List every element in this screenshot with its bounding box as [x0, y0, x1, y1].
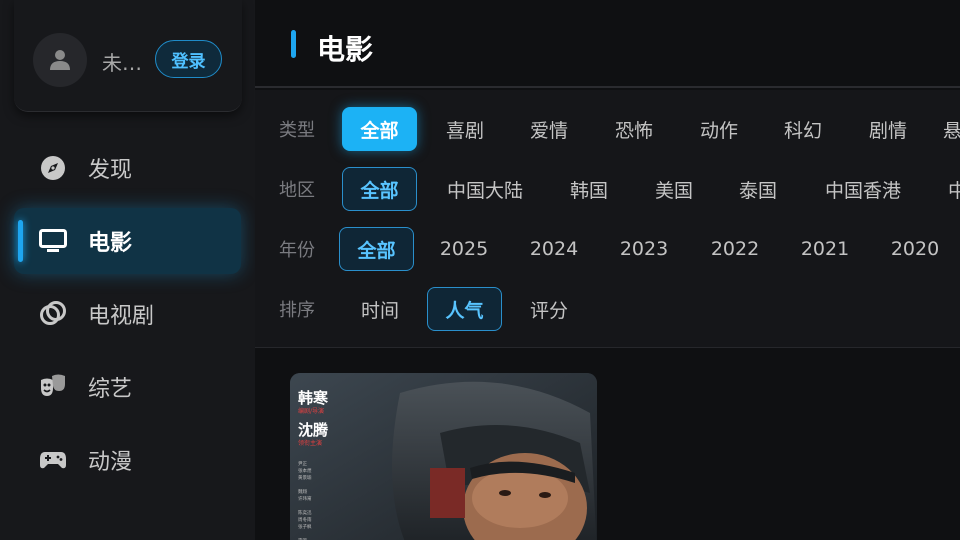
user-icon: [50, 50, 70, 70]
tv-icon: [38, 226, 68, 256]
filter-chip[interactable]: 科幻: [773, 107, 833, 151]
filter-chip[interactable]: 中: [948, 167, 960, 211]
sidebar-item-tv-series[interactable]: 电视剧: [14, 281, 241, 347]
filter-row-year: 年份 全部 2025 2024 2023 2022 2021 2020: [255, 224, 960, 274]
sidebar-nav: 收藏 发现 电影 电视剧 综艺: [0, 84, 255, 500]
filter-chip[interactable]: 剧情: [858, 107, 918, 151]
sidebar-item-discover[interactable]: 发现: [14, 135, 241, 201]
title-bar: 电影: [255, 0, 960, 88]
filter-chip[interactable]: 全部: [342, 167, 417, 211]
filter-chip[interactable]: 2025: [433, 227, 495, 271]
filter-chip[interactable]: 2021: [794, 227, 856, 271]
sidebar-item-variety[interactable]: 综艺: [14, 354, 241, 420]
sidebar-item-movies[interactable]: 电影: [14, 208, 241, 274]
gamepad-icon: [38, 445, 68, 475]
filter-chip[interactable]: 爱情: [519, 107, 579, 151]
filter-chip[interactable]: 悬: [943, 107, 960, 151]
svg-text:周冬雨: 周冬雨: [298, 516, 312, 523]
poster-text: 沈腾: [298, 421, 329, 439]
sidebar-item-label: 综艺: [88, 377, 133, 402]
rings-icon: [38, 299, 68, 329]
filter-chip[interactable]: 美国: [644, 167, 704, 211]
filter-chip[interactable]: 动作: [689, 107, 749, 151]
page-title: 电影: [317, 33, 374, 66]
poster-image: 韩寒 沈腾 编剧/导演 领衔主演 尹正张本煜黄景瑜 魏翔许玮甯 陈奕迅周冬雨张子…: [290, 373, 597, 540]
user-card: 未… 登录: [14, 0, 242, 112]
filter-chip[interactable]: 喜剧: [435, 107, 495, 151]
compass-icon: [38, 153, 68, 183]
filter-chip[interactable]: 韩国: [559, 167, 619, 211]
svg-text:陈奕迅: 陈奕迅: [298, 509, 312, 516]
sidebar-item-label: 电影: [88, 231, 133, 256]
filter-chip[interactable]: 评分: [519, 287, 579, 331]
filter-chip[interactable]: 人气: [427, 287, 502, 331]
main-content: 电影 类型 全部 喜剧 爱情 恐怖 动作 科幻 剧情 悬 地区 全部 中国大陆 …: [255, 0, 960, 540]
svg-text:黄景瑜: 黄景瑜: [298, 474, 312, 481]
sidebar-item-anime[interactable]: 动漫: [14, 427, 241, 493]
filter-chip[interactable]: 全部: [342, 107, 417, 151]
filter-label: 类型: [279, 120, 315, 141]
filter-row-type: 类型 全部 喜剧 爱情 恐怖 动作 科幻 剧情 悬: [255, 104, 960, 154]
filter-label: 年份: [279, 240, 315, 261]
masks-icon: [38, 372, 68, 402]
filter-chip[interactable]: 2024: [523, 227, 585, 271]
svg-text:许玮甯: 许玮甯: [298, 495, 312, 502]
poster-text: 韩寒: [298, 389, 329, 407]
sidebar-item-label: 电视剧: [88, 304, 155, 329]
filter-chip[interactable]: 恐怖: [604, 107, 664, 151]
filter-chip[interactable]: 2022: [704, 227, 766, 271]
username: 未…: [102, 51, 142, 75]
svg-text:张子枫: 张子枫: [298, 523, 312, 530]
filter-chip[interactable]: 泰国: [728, 167, 788, 211]
svg-text:魏翔: 魏翔: [298, 488, 307, 495]
svg-text:编剧/导演: 编剧/导演: [298, 407, 324, 415]
sidebar: 收藏 发现 电影 电视剧 综艺: [0, 0, 255, 540]
filter-label: 排序: [279, 300, 315, 321]
filter-row-sort: 排序 时间 人气 评分: [255, 284, 960, 334]
filter-row-region: 地区 全部 中国大陆 韩国 美国 泰国 中国香港 中: [255, 164, 960, 214]
sidebar-item-label: 发现: [88, 158, 133, 183]
filter-chip[interactable]: 2023: [613, 227, 675, 271]
filter-chip[interactable]: 时间: [350, 287, 410, 331]
filter-label: 地区: [279, 180, 315, 201]
svg-text:张本煜: 张本煜: [298, 467, 312, 474]
filter-chip[interactable]: 中国大陆: [435, 167, 535, 211]
title-accent-bar: [291, 30, 296, 58]
sidebar-item-label: 动漫: [88, 450, 133, 475]
movie-poster[interactable]: 韩寒 沈腾 编剧/导演 领衔主演 尹正 张本煜 黄景瑜 魏翔 许玮甯 陈奕迅 周冬雨 张子…: [290, 373, 597, 540]
filter-chip[interactable]: 全部: [339, 227, 414, 271]
login-button[interactable]: 登录: [155, 40, 222, 78]
filter-panel: 类型 全部 喜剧 爱情 恐怖 动作 科幻 剧情 悬 地区 全部 中国大陆 韩国 …: [255, 90, 960, 348]
filter-chip[interactable]: 2020: [884, 227, 946, 271]
svg-text:领衔主演: 领衔主演: [298, 439, 322, 447]
avatar[interactable]: [33, 33, 87, 87]
filter-chip[interactable]: 中国香港: [813, 167, 913, 211]
svg-text:尹正: 尹正: [298, 461, 307, 467]
